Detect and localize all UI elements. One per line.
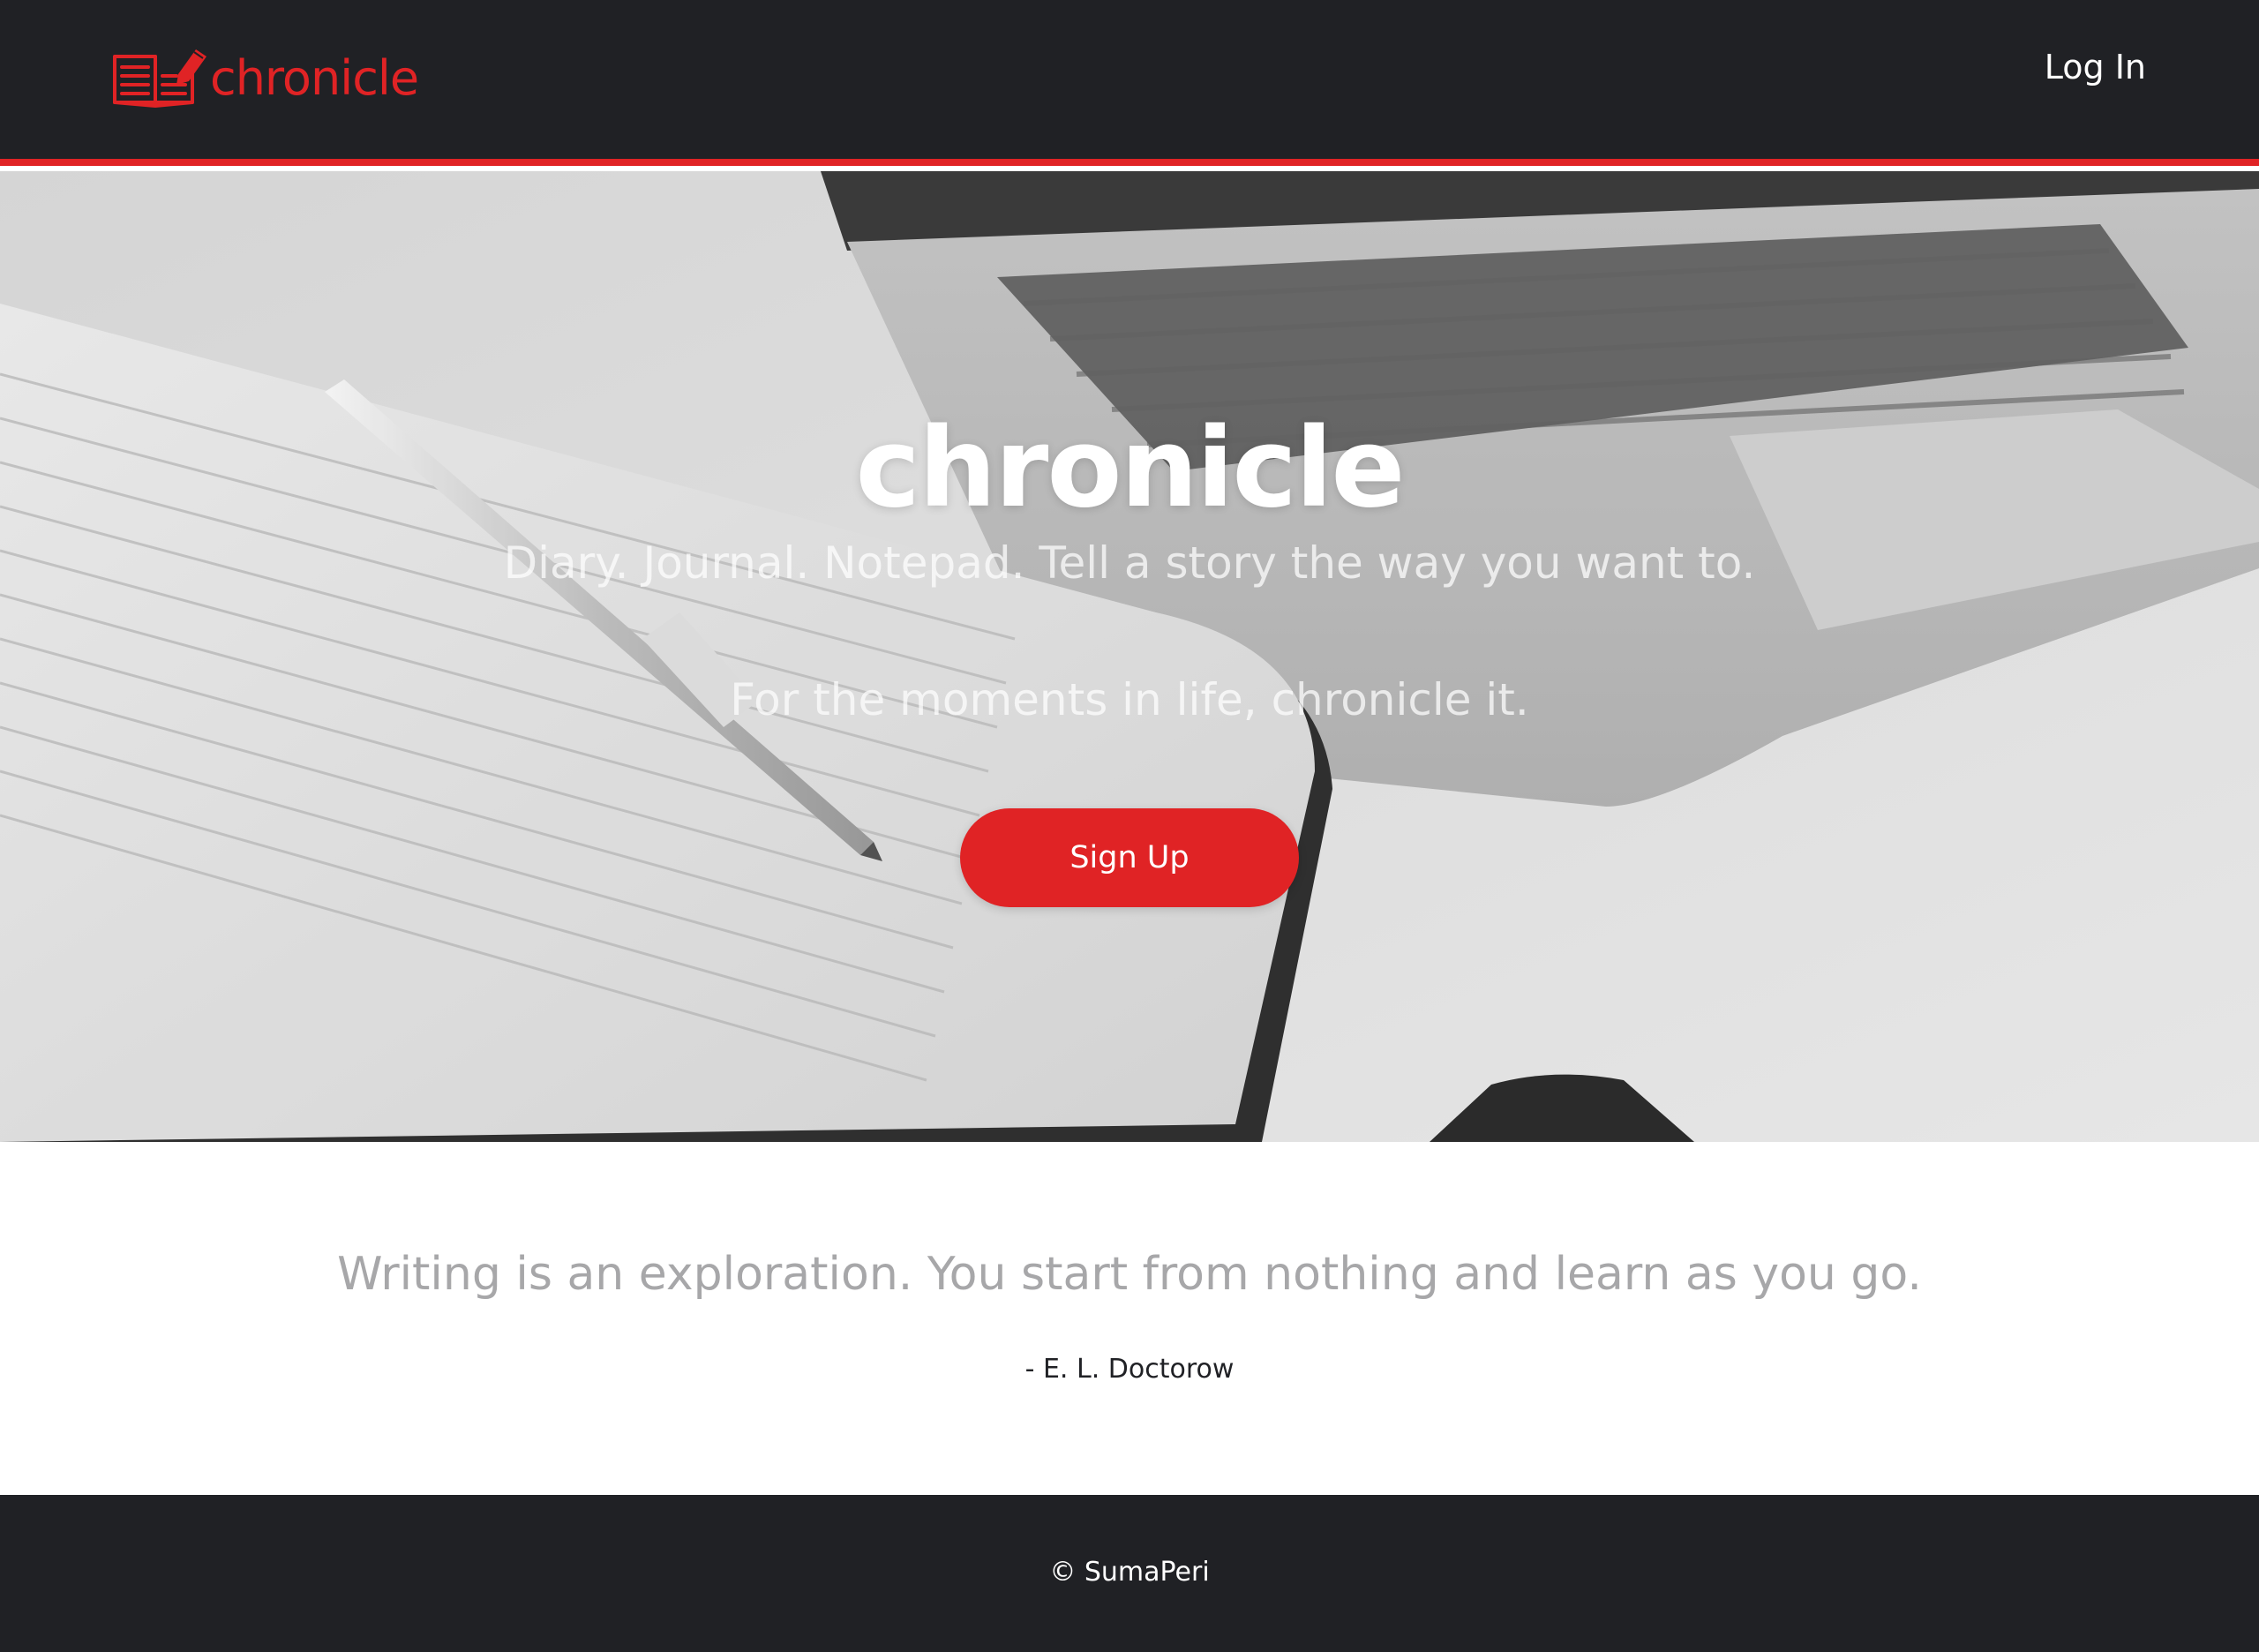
logo-text: chronicle [210,49,419,106]
notebook-pencil-icon [113,49,206,108]
hero-title: chronicle [855,405,1405,532]
quote-section: Writing is an exploration. You start fro… [0,1142,2259,1495]
hero-tagline: Diary. Journal. Notepad. Tell a story th… [503,537,1756,589]
hero-subtagline: For the moments in life, chronicle it. [730,674,1529,725]
site-footer: © SumaPeri [0,1495,2259,1652]
quote-author: - E. L. Doctorow [1024,1354,1235,1385]
quote-text: Writing is an exploration. You start fro… [337,1248,1922,1301]
footer-copyright: © SumaPeri [1049,1557,1210,1588]
hero-background-image [0,171,2259,1142]
hero-section: chronicle Diary. Journal. Notepad. Tell … [0,171,2259,1142]
logo-link[interactable]: chronicle [111,44,419,109]
signup-button[interactable]: Sign Up [960,808,1299,907]
site-header: chronicle Log In [0,0,2259,159]
login-link[interactable]: Log In [2045,48,2146,86]
header-accent-bar [0,159,2259,166]
